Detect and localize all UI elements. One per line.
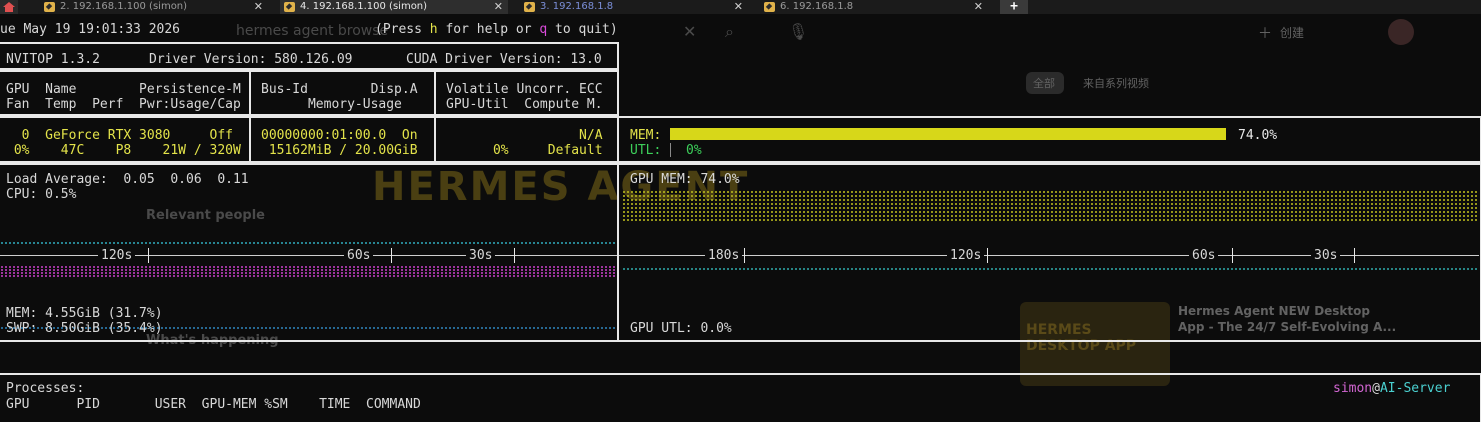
col1-header-1: GPU Name Persistence-M	[6, 82, 241, 97]
host-tick-60s: 60s	[344, 248, 374, 263]
processes-title: Processes:	[6, 381, 85, 396]
tab-session-3[interactable]: 3. 192.168.1.8 ✕	[520, 0, 748, 14]
process-host: AI-Server	[1379, 381, 1451, 396]
col2-header-1: Bus-Id Disp.A	[261, 82, 418, 97]
gpu-mem-history-graph	[622, 191, 1477, 221]
close-icon[interactable]: ✕	[974, 0, 983, 14]
gpu-mem-bar	[670, 128, 1226, 140]
home-icon[interactable]	[0, 0, 18, 14]
gpu-utl-history-graph	[622, 266, 1477, 276]
close-icon[interactable]: ✕	[734, 0, 743, 14]
tab-label: 2. 192.168.1.100 (simon)	[60, 1, 188, 12]
tab-label: 4. 192.168.1.100 (simon)	[300, 1, 428, 12]
gpu-bus-id: 00000000:01:00.0 On	[261, 128, 418, 143]
cuda-version: CUDA Driver Version: 13.0	[406, 52, 602, 67]
host-swap: SWP: 8.50GiB (35.4%)	[6, 321, 163, 336]
tab-session-4[interactable]: 4. 192.168.1.100 (simon) ✕	[280, 0, 508, 14]
gpu-utl-history-label: GPU UTL: 0.0%	[630, 321, 732, 336]
gpu-tick-30s: 30s	[1311, 248, 1341, 263]
col1-header-2: Fan Temp Perf Pwr:Usage/Cap	[6, 97, 241, 112]
help-key: h	[429, 22, 438, 37]
nvitop-version: NVITOP 1.3.2	[6, 52, 100, 67]
host-tick-30s: 30s	[466, 248, 496, 263]
close-icon[interactable]: ✕	[254, 0, 263, 14]
tab-session-2[interactable]: 2. 192.168.1.100 (simon) ✕	[40, 0, 268, 14]
col3-header-2: GPU-Util Compute M.	[446, 97, 603, 112]
tab-label: 3. 192.168.1.8	[540, 1, 614, 12]
host-tick-120s: 120s	[98, 248, 136, 263]
utl-bar-label: UTL:	[630, 143, 662, 158]
new-tab-button[interactable]: +	[1000, 0, 1028, 14]
mem-history-graph	[0, 266, 617, 278]
tab-session-6[interactable]: 6. 192.168.1.8 ✕	[760, 0, 988, 14]
close-icon[interactable]: ✕	[494, 0, 503, 14]
gpu-mem-pct: 74.0%	[1238, 128, 1278, 143]
processes-columns: GPU PID USER GPU-MEM %SM TIME COMMAND	[6, 397, 421, 412]
ssh-key-icon	[44, 2, 55, 12]
gpu-row-name: 0 GeForce RTX 3080 Off	[6, 128, 233, 143]
clock: ue May 19 19:01:33 2026	[0, 22, 181, 37]
gpu-memory-usage: 15162MiB / 20.00GiB	[261, 143, 418, 158]
gpu-mem-history-label: GPU MEM: 74.0%	[630, 172, 740, 187]
tab-bar: 2. 192.168.1.100 (simon) ✕ 4. 192.168.1.…	[0, 0, 1481, 14]
gpu-util-compute: 0% Default	[446, 143, 603, 158]
gpu-tick-180s: 180s	[705, 248, 743, 263]
cpu-usage: CPU: 0.5%	[6, 187, 77, 202]
user-host: simon@AI-Server	[1333, 381, 1451, 396]
gpu-utl-pct: 0%	[686, 143, 702, 158]
col3-header-1: Volatile Uncorr. ECC	[446, 82, 603, 97]
process-user: simon	[1333, 381, 1373, 396]
gpu-row-stats: 0% 47C P8 21W / 320W	[6, 143, 241, 158]
gpu-tick-60s: 60s	[1189, 248, 1219, 263]
host-mem: MEM: 4.55GiB (31.7%)	[6, 306, 163, 321]
ssh-key-icon	[524, 2, 535, 12]
ssh-key-icon	[284, 2, 295, 12]
terminal[interactable]: ue May 19 19:01:33 2026 (Press h for hel…	[0, 14, 1481, 422]
mem-bar-label: MEM:	[630, 128, 662, 143]
help-hint: (Press h for help or q to quit)	[375, 22, 618, 37]
gpu-ecc: N/A	[446, 128, 603, 143]
load-average: Load Average: 0.05 0.06 0.11	[6, 172, 249, 187]
ssh-key-icon	[764, 2, 775, 12]
tab-label: 6. 192.168.1.8	[780, 1, 854, 12]
col2-header-2: Memory-Usage	[261, 97, 402, 112]
gpu-tick-120s: 120s	[947, 248, 985, 263]
cpu-history-graph	[0, 240, 617, 250]
driver-version: Driver Version: 580.126.09	[149, 52, 353, 67]
